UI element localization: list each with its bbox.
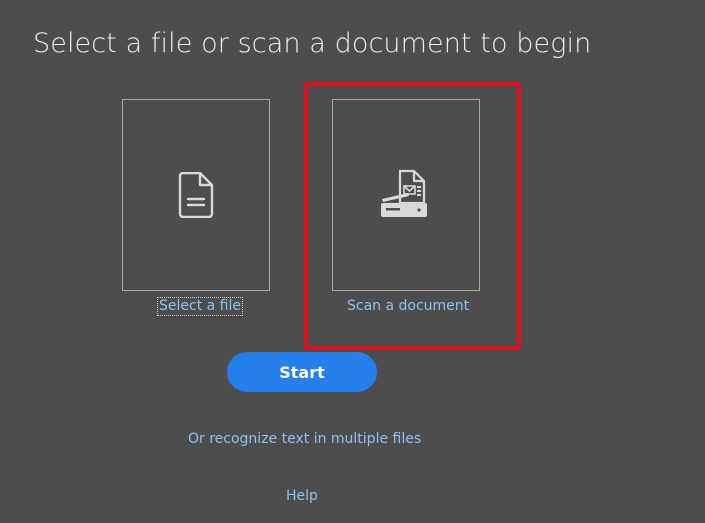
start-button[interactable]: Start bbox=[227, 352, 377, 392]
highlight-box bbox=[304, 82, 521, 350]
select-file-card[interactable] bbox=[122, 99, 270, 291]
select-file-link[interactable]: Select a file bbox=[157, 297, 243, 316]
help-link[interactable]: Help bbox=[286, 488, 318, 504]
page-title: Select a file or scan a document to begi… bbox=[33, 28, 592, 59]
document-icon bbox=[178, 172, 214, 218]
multiple-files-link[interactable]: Or recognize text in multiple files bbox=[188, 431, 421, 447]
